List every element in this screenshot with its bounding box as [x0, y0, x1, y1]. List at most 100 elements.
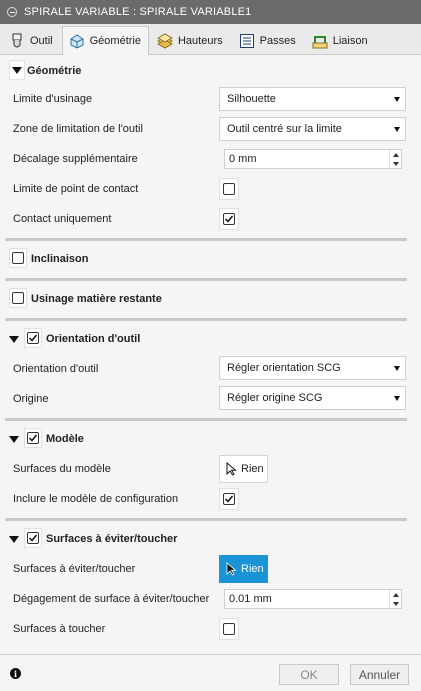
ok-button[interactable]: OK — [279, 664, 339, 685]
tab-passes[interactable]: Passes — [232, 27, 304, 54]
button-label: Rien — [241, 563, 264, 575]
inclinaison-checkbox[interactable] — [9, 248, 27, 268]
spin-down-icon[interactable] — [392, 161, 399, 166]
section-divider — [5, 238, 407, 241]
passes-icon — [239, 33, 255, 49]
row-origine: Origine Régler origine SCG — [0, 384, 421, 414]
limite-usinage-select[interactable]: Silhouette — [219, 87, 406, 111]
spinner[interactable] — [389, 150, 401, 168]
modele-checkbox[interactable] — [24, 428, 42, 448]
section-title: Usinage matière restante — [31, 293, 162, 305]
origine-select[interactable]: Régler origine SCG — [219, 386, 406, 410]
checkmark-icon — [27, 532, 39, 544]
section-divider — [5, 278, 407, 281]
dropdown-arrow-icon — [394, 97, 400, 102]
orientation-checkbox[interactable] — [24, 328, 42, 348]
section-eviter-header[interactable]: Surfaces à éviter/toucher — [0, 524, 421, 554]
checkmark-icon — [223, 493, 235, 505]
row-zone-limitation: Zone de limitation de l'outil Outil cent… — [0, 114, 421, 144]
field-label: Limite de point de contact — [13, 183, 139, 195]
field-label: Surfaces à toucher — [13, 623, 106, 635]
field-label: Inclure le modèle de configuration — [13, 493, 179, 505]
tab-hauteurs[interactable]: Hauteurs — [150, 27, 231, 54]
tab-bar: Outil Géométrie Hauteurs Passes Liaison — [0, 24, 421, 55]
geometry-panel: Géométrie Limite d'usinage Silhouette Zo… — [0, 56, 421, 654]
geometry-icon — [69, 33, 85, 49]
info-icon[interactable]: i — [10, 668, 21, 679]
surfaces-modele-select-button[interactable]: Rien — [219, 455, 268, 483]
expand-triangle-icon[interactable] — [9, 60, 25, 80]
orientation-select[interactable]: Régler orientation SCG — [219, 356, 406, 380]
expand-triangle-icon[interactable] — [9, 436, 19, 443]
cursor-arrow-icon — [226, 562, 237, 576]
zone-limitation-select[interactable]: Outil centré sur la limite — [219, 117, 406, 141]
tab-label: Passes — [259, 35, 296, 47]
button-label: Rien — [241, 463, 264, 475]
surfaces-toucher-checkbox[interactable] — [219, 618, 239, 640]
row-surfaces-modele: Surfaces du modèle Rien — [0, 454, 421, 484]
spin-up-icon[interactable] — [392, 152, 399, 157]
field-label: Décalage supplémentaire — [13, 153, 138, 165]
row-surfaces-toucher: Surfaces à toucher — [0, 614, 421, 644]
section-divider — [5, 318, 407, 321]
linking-icon — [312, 33, 328, 49]
section-orientation-header[interactable]: Orientation d'outil — [0, 324, 421, 354]
row-inclure-modele: Inclure le modèle de configuration — [0, 484, 421, 514]
tab-liaison[interactable]: Liaison — [305, 27, 376, 54]
window-titlebar: SPIRALE VARIABLE : SPIRALE VARIABLE1 — [0, 0, 421, 24]
field-label: Zone de limitation de l'outil — [13, 123, 143, 135]
eviter-checkbox[interactable] — [24, 528, 42, 548]
cancel-button[interactable]: Annuler — [350, 664, 409, 685]
dropdown-arrow-icon — [394, 127, 400, 132]
tab-outil[interactable]: Outil — [2, 27, 61, 54]
section-title: Inclinaison — [31, 253, 89, 265]
tab-label: Hauteurs — [177, 35, 223, 47]
row-degagement: Dégagement de surface à éviter/toucher 0… — [0, 584, 421, 614]
select-value: Régler orientation SCG — [227, 362, 341, 374]
section-title: Géométrie — [27, 65, 82, 77]
expand-triangle-icon[interactable] — [9, 536, 19, 543]
section-inclinaison-header[interactable]: Inclinaison — [0, 244, 421, 274]
dialog-footer: i OK Annuler — [0, 654, 421, 691]
contact-uniquement-checkbox[interactable] — [219, 208, 239, 230]
field-label: Dégagement de surface à éviter/toucher — [13, 593, 210, 605]
field-label: Surfaces du modèle — [13, 463, 111, 475]
checkmark-icon — [27, 432, 39, 444]
tab-label: Géométrie — [89, 35, 141, 47]
section-divider — [5, 418, 407, 421]
heights-icon — [156, 33, 173, 49]
field-label: Surfaces à éviter/toucher — [13, 563, 136, 575]
cursor-arrow-icon — [226, 462, 237, 476]
matiere-restante-checkbox[interactable] — [9, 288, 27, 308]
row-decalage: Décalage supplémentaire 0 mm — [0, 144, 421, 174]
select-value: Régler origine SCG — [227, 392, 323, 404]
row-orientation-outil: Orientation d'outil Régler orientation S… — [0, 354, 421, 384]
section-divider — [5, 518, 407, 521]
spinner[interactable] — [389, 590, 401, 608]
tab-label: Outil — [30, 35, 53, 47]
section-title: Surfaces à éviter/toucher — [46, 533, 178, 545]
spin-up-icon[interactable] — [392, 592, 399, 597]
collapse-icon[interactable] — [7, 7, 17, 17]
field-label: Origine — [13, 393, 49, 405]
tab-label: Liaison — [332, 35, 368, 47]
decalage-input[interactable]: 0 mm — [224, 149, 402, 169]
inclure-modele-checkbox[interactable] — [219, 488, 239, 510]
input-value: 0 mm — [229, 153, 257, 165]
row-surfaces-eviter: Surfaces à éviter/toucher Rien — [0, 554, 421, 584]
section-matiere-restante-header[interactable]: Usinage matière restante — [0, 284, 421, 314]
expand-triangle-icon[interactable] — [9, 336, 19, 343]
field-label: Contact uniquement — [13, 213, 112, 225]
section-geometrie-header[interactable]: Géométrie — [0, 56, 421, 86]
tool-icon — [9, 33, 25, 49]
dropdown-arrow-icon — [394, 396, 400, 401]
field-label: Orientation d'outil — [13, 363, 99, 375]
surfaces-eviter-select-button[interactable]: Rien — [219, 555, 268, 583]
spin-down-icon[interactable] — [392, 601, 399, 606]
section-modele-header[interactable]: Modèle — [0, 424, 421, 454]
tab-geometrie[interactable]: Géométrie — [61, 26, 149, 55]
limite-point-contact-checkbox[interactable] — [219, 178, 239, 200]
degagement-input[interactable]: 0.01 mm — [224, 589, 402, 609]
dropdown-arrow-icon — [394, 366, 400, 371]
row-contact-uniquement: Contact uniquement — [0, 204, 421, 234]
